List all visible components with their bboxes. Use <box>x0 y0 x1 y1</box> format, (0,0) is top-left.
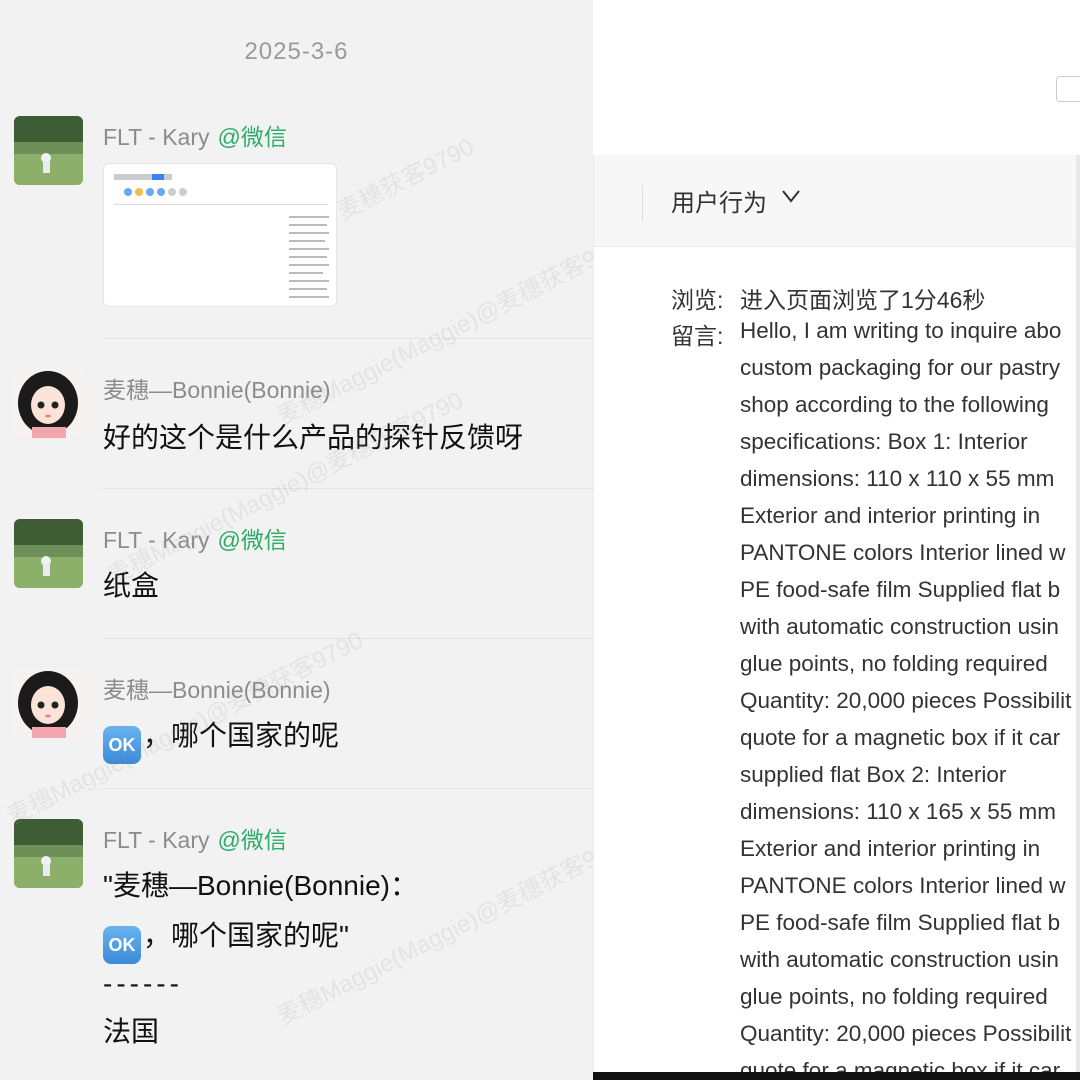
message-line: PE food-safe film Supplied flat b <box>740 910 1061 935</box>
divider <box>103 488 593 489</box>
divider <box>103 788 593 789</box>
message-line: Exterior and interior printing in <box>740 836 1041 861</box>
scrollbar[interactable] <box>1076 155 1080 1072</box>
message-content: Hello, I am writing to inquire abo custo… <box>740 312 1080 1080</box>
browse-value: 进入页面浏览了1分46秒 <box>740 287 986 313</box>
divider <box>103 338 593 339</box>
divider <box>103 638 593 639</box>
chat-message: FLT - Kary @微信 纸盒 <box>14 519 593 629</box>
message-line: custom packaging for our pastry <box>740 355 1061 380</box>
wechat-tag: @微信 <box>217 527 287 553</box>
avatar[interactable] <box>14 819 83 888</box>
divider <box>642 185 643 221</box>
ok-emoji-icon: OK <box>103 726 141 764</box>
checkbox[interactable] <box>1056 76 1080 102</box>
message-line: with automatic construction usin <box>740 947 1059 972</box>
chat-message: 麦穗—Bonnie(Bonnie) 好的这个是什么产品的探针反馈呀 <box>14 369 593 479</box>
chat-panel: 2025-3-6 FLT - Kary @微信 麦穗—Bonnie(Bonnie… <box>0 0 593 1080</box>
message-line: Quantity: 20,000 pieces Possibilit <box>740 688 1072 713</box>
chat-message: FLT - Kary @微信 <box>14 116 593 316</box>
message-line: shop according to the following <box>740 392 1049 417</box>
message-label: 留言: <box>671 323 724 349</box>
message-line: PANTONE colors Interior lined w <box>740 873 1066 898</box>
sender-name: FLT - Kary @微信 <box>103 527 287 553</box>
chat-date: 2025-3-6 <box>244 38 349 65</box>
bottom-edge <box>593 1072 1080 1080</box>
behavior-header[interactable]: 用户行为 <box>594 155 1080 247</box>
message-line: quote for a magnetic box if it car <box>740 725 1061 750</box>
message-text: 纸盒 <box>103 570 160 601</box>
avatar[interactable] <box>14 369 83 438</box>
browse-label: 浏览: <box>671 287 724 313</box>
chevron-down-icon[interactable] <box>780 185 802 207</box>
sender-name: 麦穗—Bonnie(Bonnie) <box>103 377 331 403</box>
wechat-tag: @微信 <box>217 124 287 150</box>
behavior-panel: 用户行为 浏览: 进入页面浏览了1分46秒 留言: Hello, I am wr… <box>593 155 1080 1080</box>
message-line: dimensions: 110 x 165 x 55 mm <box>740 799 1056 824</box>
behavior-title: 用户行为 <box>671 190 767 217</box>
message-line: Quantity: 20,000 pieces Possibilit <box>740 1021 1072 1046</box>
sender-name: FLT - Kary @微信 <box>103 827 287 853</box>
wechat-tag: @微信 <box>217 827 287 853</box>
message-line: supplied flat Box 2: Interior <box>740 762 1007 787</box>
image-attachment[interactable] <box>103 163 337 307</box>
message-line: with automatic construction usin <box>740 614 1059 639</box>
message-text: OK ，哪个国家的呢 <box>103 711 339 764</box>
message-line: Exterior and interior printing in <box>740 503 1041 528</box>
message-line: specifications: Box 1: Interior <box>740 429 1028 454</box>
sender-name: 麦穗—Bonnie(Bonnie) <box>103 677 331 703</box>
quote-line: OK ，哪个国家的呢" <box>103 911 349 964</box>
chat-message: 麦穗—Bonnie(Bonnie) OK ，哪个国家的呢 <box>14 669 593 779</box>
message-text: 法国 <box>103 1016 160 1047</box>
detail-panel: 用户行为 浏览: 进入页面浏览了1分46秒 留言: Hello, I am wr… <box>593 0 1080 1080</box>
message-line: dimensions: 110 x 110 x 55 mm <box>740 466 1055 491</box>
avatar[interactable] <box>14 669 83 738</box>
message-line: PE food-safe film Supplied flat b <box>740 577 1061 602</box>
message-line: Hello, I am writing to inquire abo <box>740 318 1062 343</box>
avatar[interactable] <box>14 116 83 185</box>
avatar[interactable] <box>14 519 83 588</box>
message-text: 好的这个是什么产品的探针反馈呀 <box>103 422 524 453</box>
message-line: glue points, no folding required <box>740 651 1048 676</box>
sender-name: FLT - Kary @微信 <box>103 124 287 150</box>
message-line: PANTONE colors Interior lined w <box>740 540 1066 565</box>
chat-message: FLT - Kary @微信 "麦穗—Bonnie(Bonnie)： OK ，哪个国… <box>14 819 593 1069</box>
message-line: glue points, no folding required <box>740 984 1048 1009</box>
separator: ------ <box>103 968 183 999</box>
quote-line: "麦穗—Bonnie(Bonnie)： <box>103 870 418 901</box>
